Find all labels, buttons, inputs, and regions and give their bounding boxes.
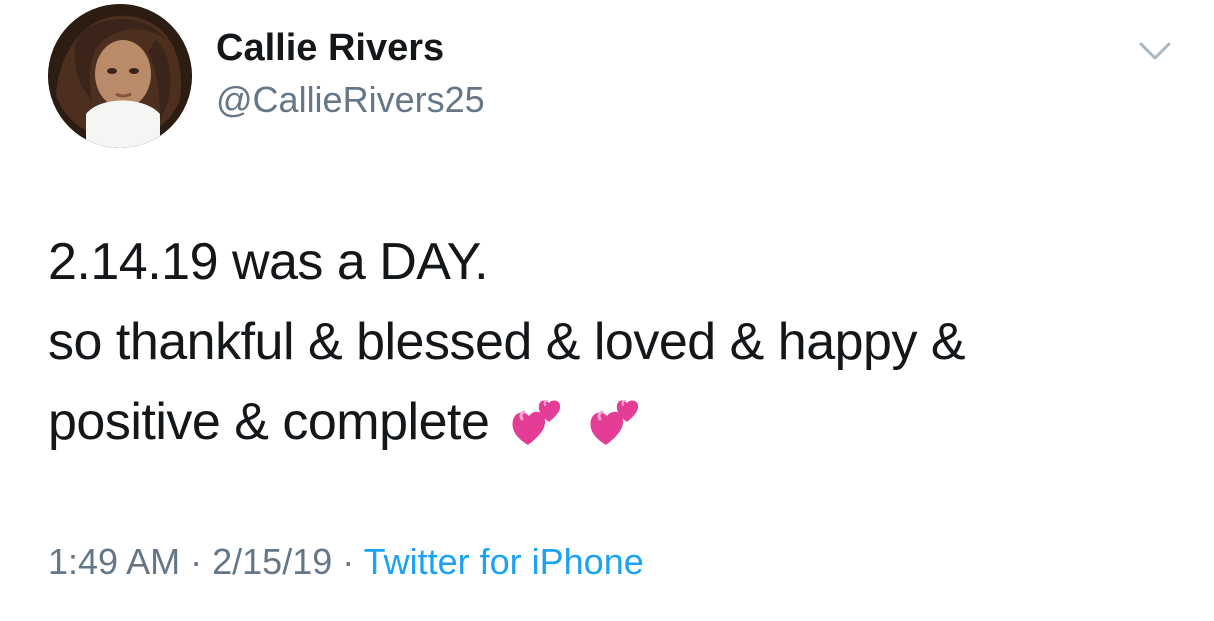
tweet-source-link[interactable]: Twitter for iPhone [364, 541, 644, 582]
two-hearts-icon [509, 395, 567, 449]
tweet-text-fragment: positive & complete [48, 393, 490, 451]
tweet-time[interactable]: 1:49 AM [48, 541, 180, 582]
tweet-text: 2.14.19 was a DAY. so thankful & blessed… [48, 222, 1168, 462]
tweet-metadata: 1:49 AM · 2/15/19 · Twitter for iPhone [48, 540, 644, 584]
author-handle[interactable]: @CallieRivers25 [216, 79, 485, 121]
metadata-separator: · [190, 541, 203, 582]
tweet-text-line: positive & complete [48, 382, 1168, 462]
tweet-text-line: 2.14.19 was a DAY. [48, 233, 489, 291]
chevron-down-icon[interactable] [1138, 40, 1172, 62]
tweet-card: Callie Rivers @CallieRivers25 2.14.19 wa… [0, 0, 1214, 621]
two-hearts-icon [587, 395, 645, 449]
metadata-separator: · [342, 541, 355, 582]
author-name[interactable]: Callie Rivers [216, 26, 444, 70]
avatar[interactable] [48, 4, 192, 148]
tweet-text-line: so thankful & blessed & loved & happy & [48, 313, 966, 371]
tweet-date[interactable]: 2/15/19 [212, 541, 332, 582]
